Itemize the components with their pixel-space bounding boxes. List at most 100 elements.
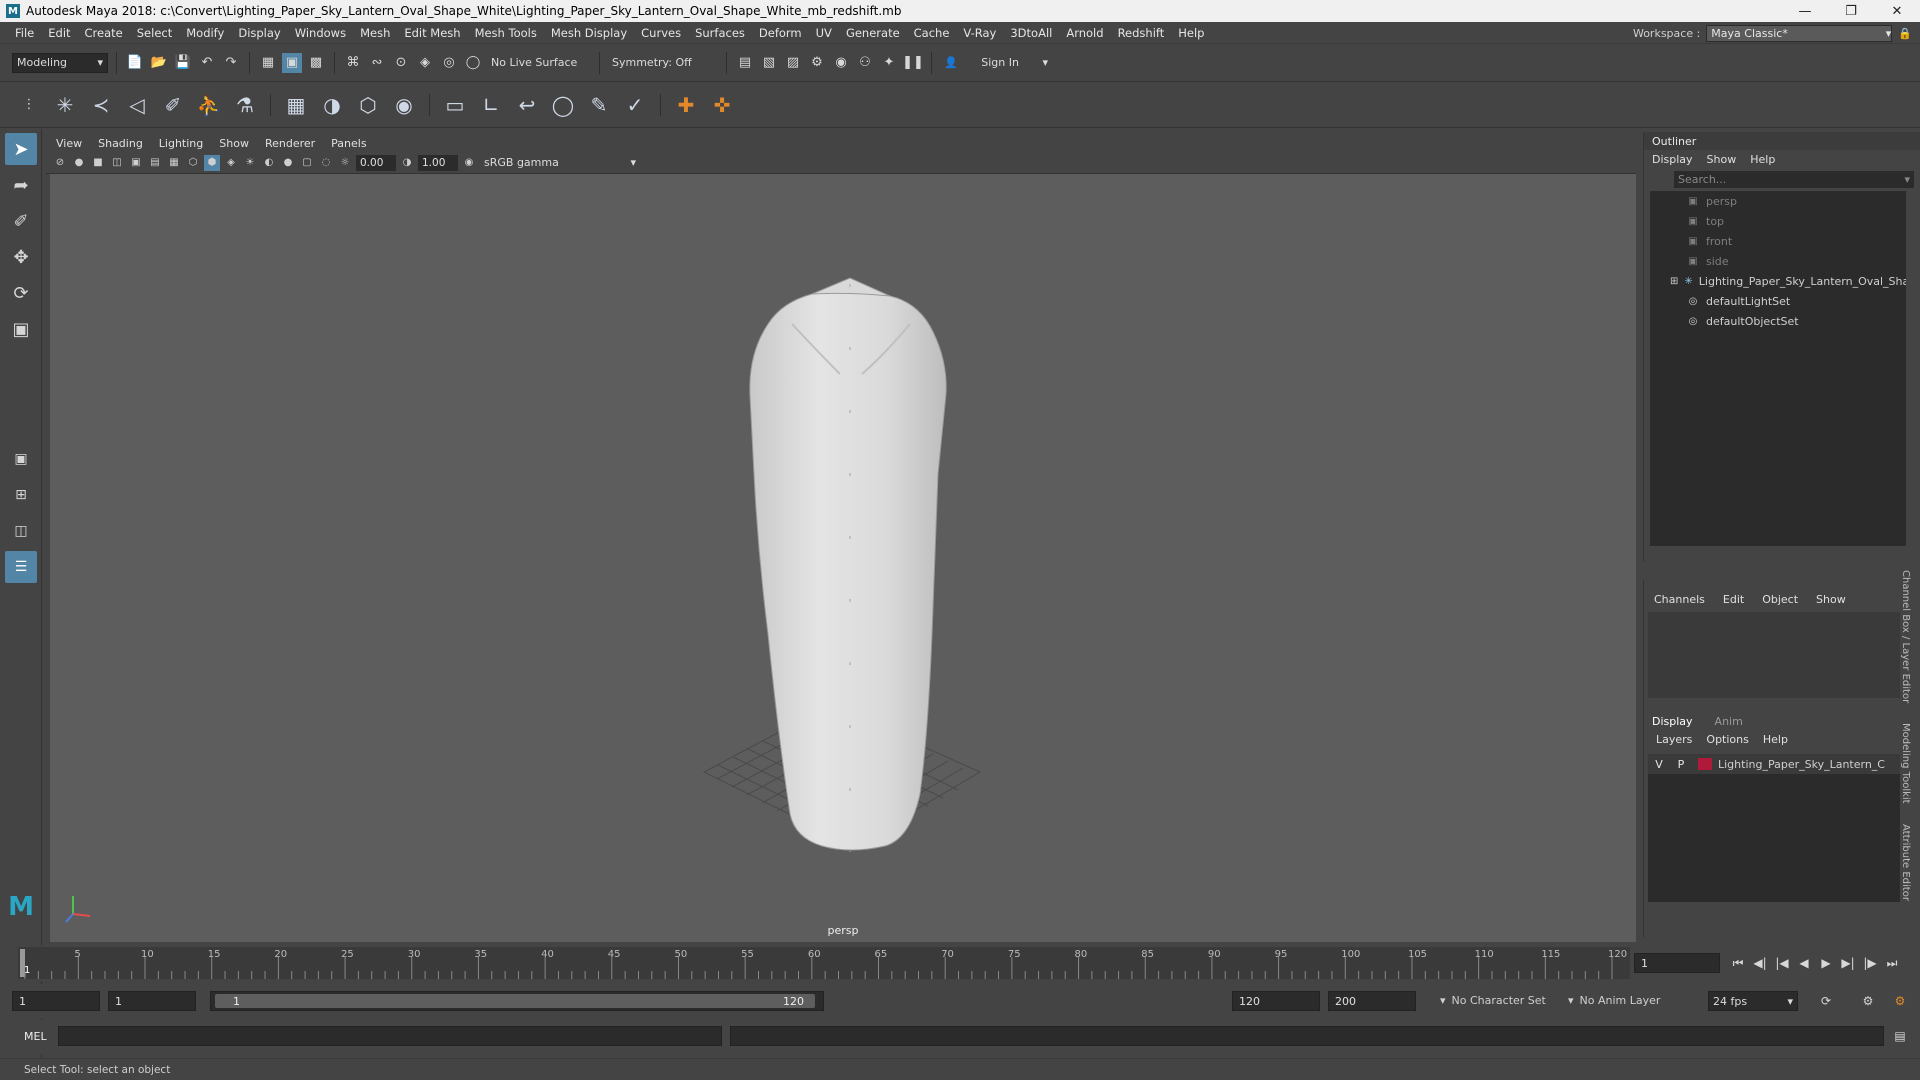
bevel-icon[interactable]: ∟ bbox=[476, 90, 506, 120]
extrude-icon[interactable]: ▭ bbox=[440, 90, 470, 120]
expand-icon[interactable]: ⊞ bbox=[1670, 275, 1678, 287]
resolution-gate-icon[interactable]: ▤ bbox=[147, 155, 163, 171]
fps-dropdown[interactable]: 24 fps ▾ bbox=[1708, 991, 1798, 1011]
auto-key-icon[interactable]: ⚙ bbox=[1858, 991, 1878, 1011]
sphere-icon[interactable]: ◑ bbox=[317, 90, 347, 120]
open-scene-icon[interactable]: 📂 bbox=[149, 53, 169, 73]
render-view-icon[interactable]: ▤ bbox=[735, 53, 755, 73]
layer-color-swatch[interactable] bbox=[1698, 758, 1712, 770]
bridge-icon[interactable]: ↩ bbox=[512, 90, 542, 120]
menu-cache[interactable]: Cache bbox=[907, 26, 957, 40]
vp-menu-lighting[interactable]: Lighting bbox=[159, 137, 203, 150]
step-back-key-icon[interactable]: ◀| bbox=[1750, 953, 1770, 973]
animation-start-field[interactable]: 1 bbox=[12, 991, 100, 1011]
play-forward-icon[interactable]: ▶ bbox=[1816, 953, 1836, 973]
step-back-frame-icon[interactable]: |◀ bbox=[1772, 953, 1792, 973]
ipr-render-icon[interactable]: ▨ bbox=[783, 53, 803, 73]
layer-visibility-toggle[interactable]: V bbox=[1648, 758, 1670, 771]
menu-create[interactable]: Create bbox=[78, 26, 130, 40]
command-language-label[interactable]: MEL bbox=[24, 1030, 47, 1043]
range-slider-handle[interactable] bbox=[215, 994, 815, 1008]
loop-icon[interactable]: ⟳ bbox=[1816, 991, 1836, 1011]
undo-icon[interactable]: ↶ bbox=[197, 53, 217, 73]
go-to-end-icon[interactable]: ⏭ bbox=[1882, 953, 1902, 973]
vp-menu-panels[interactable]: Panels bbox=[331, 137, 366, 150]
paint-select-icon[interactable]: ✐ bbox=[5, 205, 37, 237]
menu-arnold[interactable]: Arnold bbox=[1059, 26, 1110, 40]
pause-icon[interactable]: ❚❚ bbox=[902, 53, 924, 73]
playback-end-field[interactable]: 120 bbox=[1232, 991, 1320, 1011]
menu-generate[interactable]: Generate bbox=[839, 26, 907, 40]
tab-anim[interactable]: Anim bbox=[1715, 715, 1743, 728]
color-management-icon[interactable]: ◉ bbox=[461, 155, 477, 171]
vp-menu-show[interactable]: Show bbox=[219, 137, 249, 150]
viewport-persp[interactable]: persp bbox=[50, 174, 1636, 942]
menu-display[interactable]: Display bbox=[231, 26, 287, 40]
outliner-menu-show[interactable]: Show bbox=[1707, 153, 1737, 166]
vp-menu-view[interactable]: View bbox=[56, 137, 82, 150]
workspace-select[interactable]: Maya Classic* ▾ bbox=[1706, 24, 1893, 42]
step-forward-key-icon[interactable]: |▶ bbox=[1860, 953, 1880, 973]
range-slider[interactable]: 1 120 bbox=[210, 991, 824, 1011]
live-surface-field[interactable]: No Live Surface bbox=[487, 52, 591, 73]
select-tool-icon[interactable]: ➤ bbox=[5, 133, 37, 165]
menu-3dtoall[interactable]: 3DtoAll bbox=[1003, 26, 1059, 40]
snap-live-icon[interactable]: ◯ bbox=[463, 53, 483, 73]
hypershade-icon[interactable]: ◉ bbox=[831, 53, 851, 73]
command-input[interactable] bbox=[58, 1026, 722, 1046]
shelf-options-icon[interactable]: ⋮ bbox=[14, 90, 44, 120]
menu-mesh[interactable]: Mesh bbox=[353, 26, 397, 40]
tab-modeling-toolkit[interactable]: Modeling Toolkit bbox=[1900, 723, 1911, 804]
layer-menu-help[interactable]: Help bbox=[1763, 733, 1788, 746]
outliner-item[interactable]: ▣ persp bbox=[1650, 191, 1906, 211]
restore-icon[interactable]: ❐ bbox=[1828, 0, 1874, 22]
snap-grid-icon[interactable]: ⌘ bbox=[343, 53, 363, 73]
layer-playback-toggle[interactable]: P bbox=[1670, 758, 1692, 771]
two-pane-icon[interactable]: ◫ bbox=[5, 515, 37, 547]
shadows-icon[interactable]: ◐ bbox=[261, 155, 277, 171]
exposure-field[interactable]: 0.00 bbox=[356, 154, 396, 171]
menu-select[interactable]: Select bbox=[130, 26, 179, 40]
curve-tool-icon[interactable]: ≺ bbox=[86, 90, 116, 120]
wireframe-icon[interactable]: ⬡ bbox=[185, 155, 201, 171]
pencil-curve-icon[interactable]: ✐ bbox=[158, 90, 188, 120]
outliner-search-input[interactable]: Search... ▾ bbox=[1674, 171, 1914, 188]
vp-menu-renderer[interactable]: Renderer bbox=[265, 137, 315, 150]
playback-start-field[interactable]: 1 bbox=[108, 991, 196, 1011]
snap-plane-icon[interactable]: ◈ bbox=[415, 53, 435, 73]
layer-row[interactable]: V P Lighting_Paper_Sky_Lantern_C bbox=[1648, 754, 1900, 774]
scale-tool-icon[interactable]: ▣ bbox=[5, 313, 37, 345]
outliner-item[interactable]: ◎ defaultObjectSet bbox=[1650, 311, 1906, 331]
script-editor-icon[interactable]: ▤ bbox=[1890, 1026, 1910, 1046]
menu-surfaces[interactable]: Surfaces bbox=[688, 26, 752, 40]
move-tool-icon[interactable]: ✥ bbox=[5, 241, 37, 273]
menu-edit-mesh[interactable]: Edit Mesh bbox=[397, 26, 467, 40]
append-icon[interactable]: ◯ bbox=[548, 90, 578, 120]
play-backward-icon[interactable]: ◀ bbox=[1794, 953, 1814, 973]
outliner-layout-icon[interactable]: ☰ bbox=[5, 551, 37, 583]
sign-in-button[interactable]: 👤 Sign In ▾ bbox=[940, 52, 1052, 73]
snap-surface-icon[interactable]: ◎ bbox=[439, 53, 459, 73]
smooth-shade-icon[interactable]: ⬢ bbox=[204, 154, 220, 171]
channelbox-menu-show[interactable]: Show bbox=[1816, 593, 1846, 606]
close-icon[interactable]: ✕ bbox=[1874, 0, 1920, 22]
outliner-menu-help[interactable]: Help bbox=[1750, 153, 1775, 166]
redo-icon[interactable]: ↷ bbox=[221, 53, 241, 73]
menu-uv[interactable]: UV bbox=[809, 26, 839, 40]
image-plane-icon[interactable]: ◫ bbox=[109, 155, 125, 171]
outliner-item[interactable]: ▣ front bbox=[1650, 231, 1906, 251]
channelbox-menu-object[interactable]: Object bbox=[1762, 593, 1798, 606]
minimize-icon[interactable]: — bbox=[1782, 0, 1828, 22]
single-pane-icon[interactable]: ▣ bbox=[5, 443, 37, 475]
light-editor-icon[interactable]: ✦ bbox=[879, 53, 899, 73]
snap-point-icon[interactable]: ⊙ bbox=[391, 53, 411, 73]
textured-icon[interactable]: ◈ bbox=[223, 155, 239, 171]
film-gate-icon[interactable]: ▣ bbox=[128, 155, 144, 171]
outliner-item[interactable]: ▣ top bbox=[1650, 211, 1906, 231]
lights-icon[interactable]: ☀ bbox=[242, 155, 258, 171]
new-scene-icon[interactable]: 📄 bbox=[125, 53, 145, 73]
menu-edit[interactable]: Edit bbox=[41, 26, 77, 40]
rotate-tool-icon[interactable]: ⟳ bbox=[5, 277, 37, 309]
menu-vray[interactable]: V-Ray bbox=[956, 26, 1003, 40]
character-icon[interactable]: ⛹ bbox=[194, 90, 224, 120]
